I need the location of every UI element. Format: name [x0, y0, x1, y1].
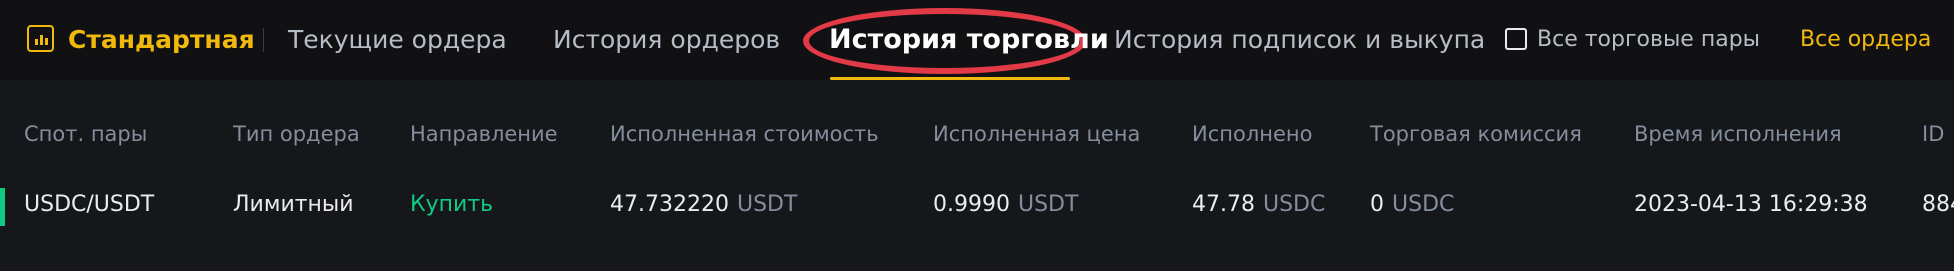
- tab-divider: [263, 28, 264, 52]
- tab-current-orders[interactable]: Текущие ордера: [288, 0, 507, 80]
- cell-id: 884: [1922, 192, 1954, 217]
- executed-amount: 47.78: [1192, 192, 1255, 217]
- header-side: Направление: [410, 122, 558, 146]
- trade-history-panel: Стандартная Текущие ордера История ордер…: [0, 0, 1954, 271]
- cell-pair: USDC/USDT: [24, 192, 155, 217]
- executed-unit: USDC: [1262, 192, 1326, 217]
- tab-standard[interactable]: Стандартная: [68, 0, 255, 80]
- tab-subscription-history[interactable]: История подписок и выкупа: [1114, 0, 1485, 80]
- all-pairs-label[interactable]: Все торговые пары: [1537, 0, 1760, 80]
- cell-time: 2023-04-13 16:29:38: [1634, 192, 1868, 217]
- filled-price-amount: 0.9990: [933, 192, 1010, 217]
- cell-filled-value: 47.732220 USDT: [610, 192, 797, 217]
- order-tabs-bar: Стандартная Текущие ордера История ордер…: [0, 0, 1954, 80]
- tab-trade-history[interactable]: История торговли: [829, 0, 1109, 80]
- cell-side: Купить: [410, 192, 494, 217]
- all-orders-link[interactable]: Все ордера: [1800, 0, 1931, 80]
- header-fee: Торговая комиссия: [1370, 122, 1582, 146]
- cell-executed: 47.78 USDC: [1192, 192, 1325, 217]
- header-filled-price: Исполненная цена: [933, 122, 1141, 146]
- filled-value-amount: 47.732220: [610, 192, 729, 217]
- tab-order-history[interactable]: История ордеров: [553, 0, 780, 80]
- header-time: Время исполнения: [1634, 122, 1842, 146]
- bar-chart-icon: [27, 25, 54, 52]
- header-filled-value: Исполненная стоимость: [610, 122, 879, 146]
- cell-order-type: Лимитный: [233, 192, 354, 217]
- header-executed: Исполнено: [1192, 122, 1313, 146]
- fee-amount: 0: [1370, 192, 1384, 217]
- cell-fee: 0 USDC: [1370, 192, 1454, 217]
- filled-price-unit: USDT: [1017, 192, 1079, 217]
- cell-filled-price: 0.9990 USDT: [933, 192, 1078, 217]
- all-pairs-checkbox[interactable]: [1505, 28, 1527, 50]
- filled-value-unit: USDT: [736, 192, 798, 217]
- fee-unit: USDC: [1392, 192, 1455, 217]
- header-id: ID: [1922, 122, 1945, 146]
- active-tab-indicator: [830, 77, 1070, 80]
- header-order-type: Тип ордера: [233, 122, 360, 146]
- row-buy-marker: [0, 188, 5, 226]
- header-pair: Спот. пары: [24, 122, 148, 146]
